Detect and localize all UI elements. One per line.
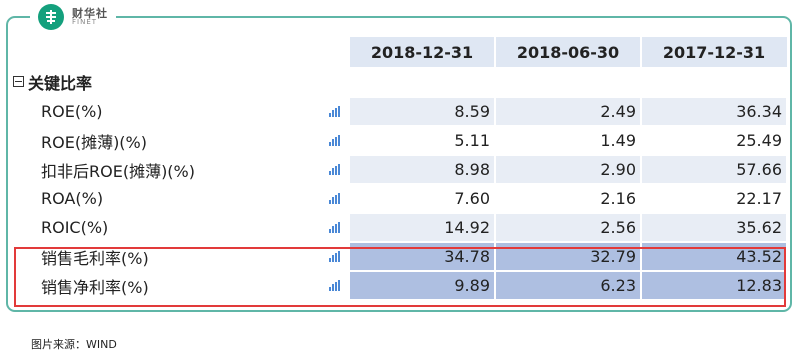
- row-label: ROE(摊薄)(%): [11, 125, 320, 154]
- value-cell: 36.34: [640, 96, 786, 125]
- section-header[interactable]: 关键比率: [11, 67, 346, 96]
- empty-cell: [639, 67, 788, 96]
- bar-chart-icon[interactable]: [320, 125, 348, 154]
- value-cell: 9.89: [348, 270, 494, 299]
- brand-name-en: FINET: [72, 18, 98, 26]
- value-cell: 8.98: [348, 154, 494, 183]
- value-cell: 2.16: [494, 183, 640, 212]
- value-cell: 57.66: [640, 154, 786, 183]
- row-label: 销售净利率(%): [11, 270, 320, 299]
- table-row[interactable]: 销售毛利率(%) 34.78 32.79 43.52: [11, 241, 787, 270]
- ratio-table: 2018-12-31 2018-06-30 2017-12-31 关键比率 RO…: [11, 37, 788, 299]
- table-row[interactable]: ROE(摊薄)(%) 5.11 1.49 25.49: [11, 125, 787, 154]
- collapse-icon[interactable]: [13, 76, 24, 87]
- bar-chart-icon[interactable]: [320, 241, 348, 270]
- value-cell: 7.60: [348, 183, 494, 212]
- table-row[interactable]: 销售净利率(%) 9.89 6.23 12.83: [11, 270, 787, 299]
- value-cell: 35.62: [640, 212, 786, 241]
- row-label: ROE(%): [11, 96, 320, 125]
- value-cell: 43.52: [640, 241, 786, 270]
- table-row[interactable]: 扣非后ROE(摊薄)(%) 8.98 2.90 57.66: [11, 154, 787, 183]
- section-row[interactable]: 关键比率: [11, 67, 788, 96]
- row-label: 扣非后ROE(摊薄)(%): [11, 154, 320, 183]
- value-cell: 2.56: [494, 212, 640, 241]
- section-title: 关键比率: [28, 73, 93, 93]
- row-label: 销售毛利率(%): [11, 241, 320, 270]
- source-caption: 图片来源：WIND: [31, 338, 117, 351]
- value-cell: 6.23: [494, 270, 640, 299]
- bar-chart-icon[interactable]: [320, 270, 348, 299]
- bar-chart-icon[interactable]: [320, 212, 348, 241]
- finet-logo-icon: [38, 4, 64, 30]
- table-row[interactable]: ROIC(%) 14.92 2.56 35.62: [11, 212, 787, 241]
- column-header[interactable]: 2017-12-31: [640, 37, 786, 67]
- bar-chart-icon[interactable]: [320, 154, 348, 183]
- bar-chart-icon[interactable]: [320, 183, 348, 212]
- empty-cell: [492, 67, 640, 96]
- column-header[interactable]: 2018-12-31: [348, 37, 494, 67]
- column-header[interactable]: 2018-06-30: [494, 37, 640, 67]
- header-row: 2018-12-31 2018-06-30 2017-12-31: [11, 37, 787, 67]
- value-cell: 2.49: [494, 96, 640, 125]
- value-cell: 12.83: [640, 270, 786, 299]
- value-cell: 14.92: [348, 212, 494, 241]
- value-cell: 8.59: [348, 96, 494, 125]
- value-cell: 25.49: [640, 125, 786, 154]
- value-cell: 2.90: [494, 154, 640, 183]
- value-cell: 22.17: [640, 183, 786, 212]
- table-row[interactable]: ROA(%) 7.60 2.16 22.17: [11, 183, 787, 212]
- brand-logo: 财华社 FINET: [30, 4, 116, 30]
- row-label: ROA(%): [11, 183, 320, 212]
- row-label: ROIC(%): [11, 212, 320, 241]
- empty-cell: [345, 67, 493, 96]
- value-cell: 32.79: [494, 241, 640, 270]
- table-row[interactable]: ROE(%) 8.59 2.49 36.34: [11, 96, 787, 125]
- header-blank: [11, 37, 348, 67]
- value-cell: 5.11: [348, 125, 494, 154]
- bar-chart-icon[interactable]: [320, 96, 348, 125]
- value-cell: 1.49: [494, 125, 640, 154]
- value-cell: 34.78: [348, 241, 494, 270]
